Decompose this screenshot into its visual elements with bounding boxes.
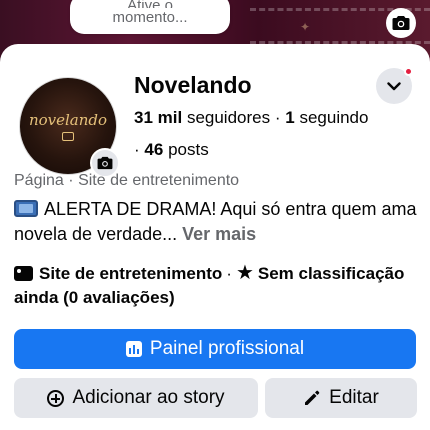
profile-menu-button[interactable] [376,67,413,104]
page-category: Site de entretenimento [78,172,240,189]
add-to-story-label: Adicionar ao story [72,387,225,408]
edit-cover-button[interactable] [386,8,416,38]
note-bubble-line1: Ative o [70,0,230,8]
page-name: Novelando [134,72,252,98]
plus-circle-icon [47,389,65,407]
avatar-logo-text: novelando [28,111,108,129]
note-bubble[interactable]: Ative o momento... [70,0,230,34]
profile-panel: novelando Novelando 31 mil seguidores · … [0,44,430,430]
page-icon [14,266,33,281]
professional-dashboard-button[interactable]: Painel profissional [14,329,416,369]
profile-stats: 31 mil seguidores · 1 seguindo · 46 post… [134,102,414,166]
page-category-line: Página · Site de entretenimento [14,172,239,190]
followers-count[interactable]: 31 mil [134,108,182,127]
camera-icon [392,16,410,30]
separator: · [274,108,281,127]
separator: · [226,264,232,283]
following-label[interactable]: seguindo [299,108,368,127]
separator: · [68,172,74,189]
meta-category: Site de entretenimento [39,264,223,283]
tv-icon [14,200,38,217]
camera-icon [97,156,113,170]
pencil-icon [305,390,320,405]
following-count[interactable]: 1 [285,108,294,127]
professional-dashboard-label: Painel profissional [149,338,305,359]
edit-label: Editar [329,387,379,408]
page-details: Site de entretenimento · ★ Sem classificaçã… [14,261,418,310]
bar-chart-icon [125,341,142,357]
tv-icon [62,132,74,141]
cover-sparkle: ✦ [300,20,311,34]
notification-dot [404,67,413,76]
posts-count: 46 [144,140,164,159]
posts-label: posts [168,140,209,159]
page-type: Página [14,172,64,189]
add-to-story-button[interactable]: Adicionar ao story [14,378,258,418]
edit-profile-button[interactable]: Editar [265,378,417,418]
star-icon: ★ [235,262,254,284]
note-bubble-line2: momento... [112,9,188,26]
separator: · [134,140,140,159]
page-bio: ALERTA DE DRAMA! Aqui só entra quem ama … [14,197,418,247]
see-more-link[interactable]: Ver mais [182,224,256,244]
followers-label[interactable]: seguidores [187,108,270,127]
chevron-down-icon [387,81,401,90]
